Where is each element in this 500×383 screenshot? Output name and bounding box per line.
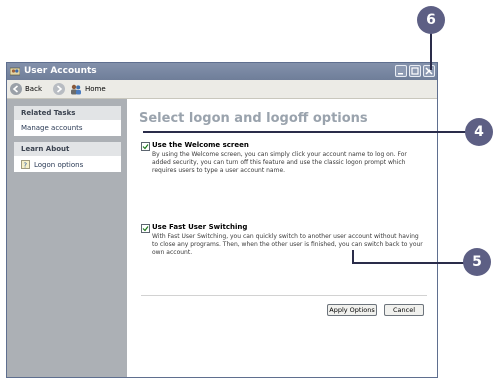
help-document-icon: ?: [21, 160, 30, 169]
minimize-button[interactable]: [395, 65, 407, 77]
apply-options-button[interactable]: Apply Options: [327, 304, 377, 316]
welcome-screen-description: By using the Welcome screen, you can sim…: [152, 151, 407, 174]
home-label: Home: [85, 85, 106, 93]
task-sidebar: Related Tasks Manage accounts Learn Abou…: [7, 99, 127, 377]
checkmark-icon: [142, 226, 149, 232]
fast-user-switching-checkbox[interactable]: [141, 224, 150, 233]
callout-5-leader: [352, 262, 467, 264]
fast-user-switching-label[interactable]: Use Fast User Switching: [152, 223, 247, 231]
callout-6-badge: 6: [417, 6, 445, 34]
forward-button[interactable]: [53, 83, 65, 95]
welcome-screen-option: Use the Welcome screen By using the Welc…: [141, 141, 427, 191]
callout-4-badge: 4: [465, 118, 493, 146]
close-button[interactable]: [423, 65, 435, 77]
fast-user-switching-description: With Fast User Switching, you can quickl…: [152, 233, 423, 256]
back-arrow-icon: [10, 83, 22, 95]
sidebar-item-manage-accounts[interactable]: Manage accounts: [14, 120, 121, 136]
close-icon: [425, 67, 433, 75]
window-title: User Accounts: [24, 66, 97, 76]
forward-arrow-icon: [56, 85, 63, 93]
sidebar-item-logon-options[interactable]: ? Logon options: [14, 156, 121, 172]
back-label: Back: [25, 85, 42, 93]
sidebar-item-label: Logon options: [34, 161, 84, 169]
user-accounts-window: User Accounts Back Home Related Tasks Ma…: [6, 62, 438, 378]
callout-5-badge: 5: [463, 248, 491, 276]
title-bar[interactable]: User Accounts: [7, 63, 437, 80]
learn-about-panel: Learn About ? Logon options: [14, 142, 121, 172]
callout-4-leader: [143, 131, 471, 133]
maximize-icon: [411, 67, 419, 75]
main-content: Select logon and logoff options Use the …: [127, 99, 437, 377]
user-accounts-app-icon: [10, 67, 20, 76]
back-button[interactable]: Back: [10, 82, 42, 96]
learn-about-header: Learn About: [14, 142, 121, 156]
welcome-screen-label[interactable]: Use the Welcome screen: [152, 141, 249, 149]
related-tasks-header: Related Tasks: [14, 106, 121, 120]
welcome-screen-checkbox[interactable]: [141, 142, 150, 151]
divider: [141, 295, 427, 296]
users-home-icon: [71, 84, 81, 94]
related-tasks-panel: Related Tasks Manage accounts: [14, 106, 121, 136]
home-button[interactable]: Home: [70, 82, 106, 96]
svg-text:?: ?: [23, 161, 27, 169]
checkmark-icon: [142, 144, 149, 150]
maximize-button[interactable]: [409, 65, 421, 77]
cancel-button[interactable]: Cancel: [384, 304, 424, 316]
minimize-icon: [398, 73, 403, 75]
page-title: Select logon and logoff options: [139, 111, 368, 126]
navigation-toolbar: Back Home: [7, 80, 437, 99]
callout-6-leader: [430, 30, 432, 70]
